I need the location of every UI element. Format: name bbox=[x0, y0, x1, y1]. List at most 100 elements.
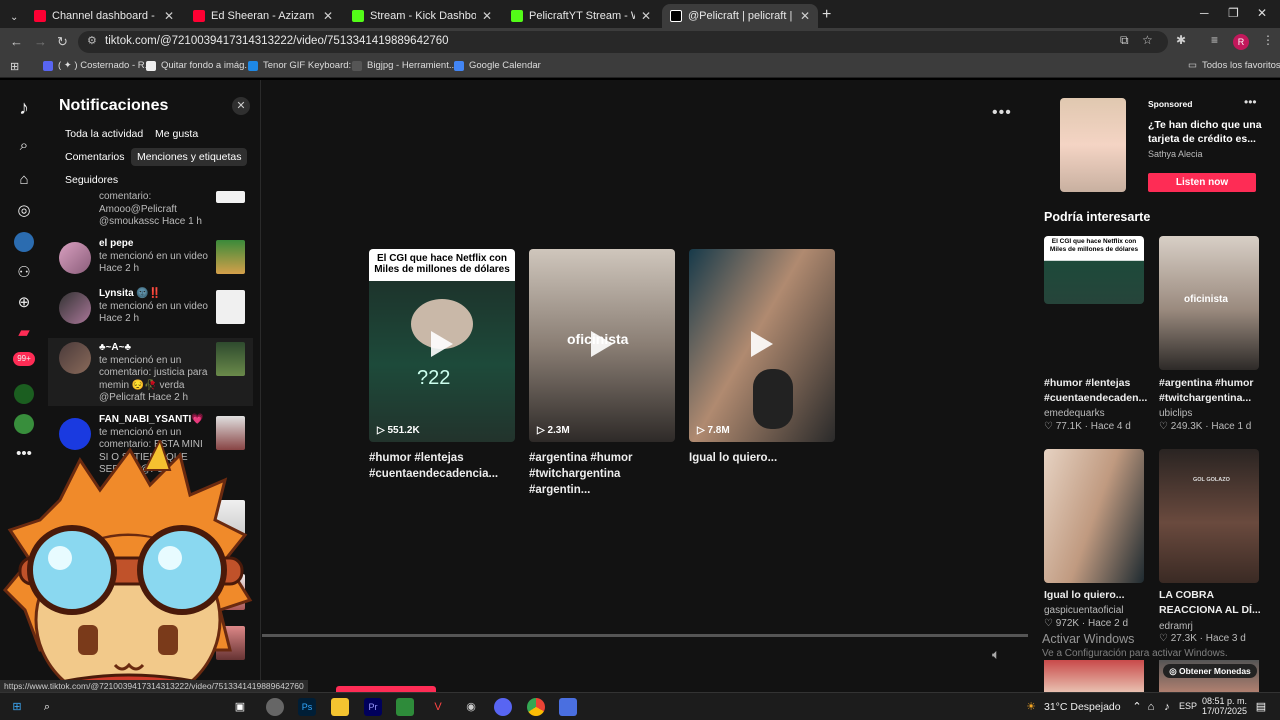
profile-avatar[interactable]: R bbox=[1233, 34, 1249, 50]
language-indicator[interactable]: ESP bbox=[1179, 701, 1197, 711]
play-icon[interactable] bbox=[591, 331, 613, 357]
chip-followers[interactable]: Seguidores bbox=[59, 171, 124, 189]
list-item[interactable]: comentario: Amooo@Pelicraft @smoukassc H… bbox=[48, 191, 253, 227]
list-item[interactable]: Lynsita 🌚‼️ te mencionó en un video Hace … bbox=[48, 288, 253, 328]
play-icon[interactable] bbox=[431, 331, 453, 357]
back-icon[interactable]: ← bbox=[10, 34, 23, 49]
video-card[interactable]: oficinista ▷ 2.3M bbox=[529, 249, 675, 442]
weather-text[interactable]: 31°C Despejado bbox=[1044, 701, 1121, 713]
tab-youtube-dashboard[interactable]: Channel dashboard - YouTube ✕ bbox=[26, 4, 182, 28]
video-title[interactable]: Igual lo quiero... bbox=[689, 450, 839, 466]
recommendation-author[interactable]: emedequarks bbox=[1044, 408, 1105, 419]
bookmark-item[interactable]: Google Calendar bbox=[454, 60, 541, 71]
recommendation-title[interactable]: Igual lo quiero... bbox=[1044, 588, 1149, 603]
ad-thumbnail[interactable] bbox=[1060, 98, 1126, 192]
restore-button[interactable]: ❐ bbox=[1228, 6, 1239, 20]
forward-icon[interactable]: → bbox=[34, 34, 47, 49]
bookmark-item[interactable]: Quitar fondo a imág... bbox=[146, 60, 252, 71]
valorant-icon[interactable]: V bbox=[429, 698, 447, 716]
recommendation-thumbnail[interactable]: oficinista bbox=[1159, 236, 1259, 370]
video-card[interactable]: ▷ 7.8M bbox=[689, 249, 835, 442]
photoshop-icon[interactable]: Ps bbox=[298, 698, 316, 716]
recommendation-title[interactable]: #humor #lentejas #cuentaendecaden... bbox=[1044, 376, 1149, 406]
video-thumbnail[interactable] bbox=[216, 240, 245, 274]
recommendation-title[interactable]: #argentina #humor #twitchargentina... bbox=[1159, 376, 1264, 406]
close-icon[interactable]: ✕ bbox=[641, 9, 651, 23]
recommendation-author[interactable]: edramrj bbox=[1159, 621, 1193, 632]
recommendation-title[interactable]: LA COBRA REACCIONA AL DÍ... bbox=[1159, 588, 1264, 618]
recommendation-thumbnail[interactable]: El CGI que hace Netflix con Miles de mil… bbox=[1044, 236, 1144, 304]
volume-icon[interactable]: 🔈︎ bbox=[992, 646, 1000, 663]
recommendation-author[interactable]: ubiclips bbox=[1159, 408, 1192, 419]
windows-start-icon[interactable]: ⊞ bbox=[8, 698, 26, 716]
messages-icon[interactable]: ▰ bbox=[14, 323, 34, 343]
ad-text[interactable]: ¿Te han dicho que una tarjeta de crédito… bbox=[1148, 118, 1270, 146]
bookmark-star-icon[interactable]: ☆ bbox=[1142, 33, 1153, 47]
upload-icon[interactable]: ⊕ bbox=[14, 293, 34, 313]
site-info-icon[interactable]: ⚙ bbox=[87, 34, 97, 47]
friends-icon[interactable]: ⚇ bbox=[14, 263, 34, 283]
close-icon[interactable]: ✕ bbox=[800, 9, 810, 23]
listen-now-button[interactable]: Listen now bbox=[1148, 173, 1256, 192]
video-progress-bar[interactable] bbox=[262, 634, 1028, 637]
minimize-button[interactable]: ─ bbox=[1200, 6, 1209, 20]
close-icon[interactable]: ✕ bbox=[164, 9, 174, 23]
chip-comments[interactable]: Comentarios bbox=[59, 148, 131, 166]
recommendation-thumbnail[interactable]: GOL GOLAZO bbox=[1159, 449, 1259, 583]
extensions-icon[interactable]: ✱ bbox=[1176, 33, 1186, 47]
recommendation-thumbnail[interactable] bbox=[1044, 449, 1144, 583]
list-item[interactable]: el pepe te mencionó en un video Hace 2 h bbox=[48, 238, 253, 278]
tiktok-logo-icon[interactable]: ♪ bbox=[14, 98, 34, 118]
url-text[interactable]: tiktok.com/@7210039417314313222/video/75… bbox=[105, 35, 449, 47]
all-bookmarks[interactable]: ▭ Todos los favoritos bbox=[1188, 60, 1280, 71]
explore-icon[interactable]: ◎ bbox=[14, 201, 34, 221]
bookmark-item[interactable]: ( ✦ ) Costernado - R... bbox=[43, 60, 153, 71]
close-icon[interactable]: ✕ bbox=[323, 9, 333, 23]
app-icon[interactable] bbox=[559, 698, 577, 716]
install-app-icon[interactable]: ⧉ bbox=[1120, 33, 1129, 48]
video-thumbnail[interactable] bbox=[216, 342, 245, 376]
chip-mentions[interactable]: Menciones y etiquetas bbox=[131, 148, 248, 166]
activity-badge[interactable]: 99+ bbox=[13, 352, 35, 366]
media-controls-icon[interactable]: ≡ bbox=[1211, 33, 1218, 47]
video-title[interactable]: #humor #lentejas #cuentaendecadencia... bbox=[369, 450, 519, 482]
tab-youtube-song[interactable]: Ed Sheeran - Azizam (Pink Hea ✕ bbox=[185, 4, 341, 28]
following-avatar-icon[interactable] bbox=[14, 232, 34, 252]
live-avatar-icon[interactable] bbox=[14, 384, 34, 404]
tab-tiktok[interactable]: @Pelicraft | pelicraft | TikTok ✕ bbox=[662, 4, 818, 28]
window-close-button[interactable]: ✕ bbox=[1257, 6, 1267, 20]
volume-icon[interactable]: ♪ bbox=[1158, 698, 1176, 716]
discord-icon[interactable] bbox=[494, 698, 512, 716]
bookmark-item[interactable]: Tenor GIF Keyboard:... bbox=[248, 60, 359, 71]
reload-icon[interactable]: ↻ bbox=[57, 34, 68, 50]
bookmark-item[interactable]: Bigjpg - Herramient... bbox=[352, 60, 457, 71]
apps-icon[interactable]: ⊞ bbox=[10, 60, 19, 73]
recommendation-thumbnail[interactable]: ◎ Obtener Monedas bbox=[1159, 660, 1259, 692]
avatar[interactable] bbox=[59, 342, 91, 374]
search-icon[interactable]: ⌕ bbox=[38, 698, 56, 716]
premiere-icon[interactable]: Pr bbox=[364, 698, 382, 716]
avatar[interactable] bbox=[59, 292, 91, 324]
play-icon[interactable] bbox=[751, 331, 773, 357]
video-card[interactable]: El CGI que hace Netflix con Miles de mil… bbox=[369, 249, 515, 442]
search-icon[interactable]: ⌕ bbox=[14, 136, 34, 156]
more-options-icon[interactable]: ••• bbox=[1244, 95, 1257, 109]
tab-search-button[interactable]: ⌄ bbox=[2, 5, 24, 29]
avatar[interactable] bbox=[59, 242, 91, 274]
clock[interactable]: 08:51 p. m. 17/07/2025 bbox=[1202, 696, 1247, 716]
recommendation-thumbnail[interactable] bbox=[1044, 660, 1144, 692]
minecraft-icon[interactable] bbox=[396, 698, 414, 716]
file-explorer-icon[interactable] bbox=[331, 698, 349, 716]
tab-kick-dashboard[interactable]: Stream - Kick Dashboard ✕ bbox=[344, 4, 500, 28]
home-icon[interactable]: ⌂ bbox=[14, 170, 34, 190]
new-tab-button[interactable]: + bbox=[822, 6, 831, 24]
video-title[interactable]: #argentina #humor #twitchargentina #arge… bbox=[529, 450, 679, 498]
obs-icon[interactable]: ◉ bbox=[462, 698, 480, 716]
chip-all-activity[interactable]: Toda la actividad bbox=[59, 125, 149, 143]
get-coins-button[interactable]: ◎ Obtener Monedas bbox=[1163, 664, 1257, 678]
close-icon[interactable]: ✕ bbox=[482, 9, 492, 23]
recommendation-author[interactable]: gaspicuentaoficial bbox=[1044, 605, 1124, 616]
omnibox[interactable]: ⚙ tiktok.com/@7210039417314313222/video/… bbox=[78, 31, 1168, 53]
ad-author[interactable]: Sathya Alecia bbox=[1148, 149, 1203, 159]
menu-kebab-icon[interactable]: ⋮ bbox=[1262, 33, 1274, 47]
